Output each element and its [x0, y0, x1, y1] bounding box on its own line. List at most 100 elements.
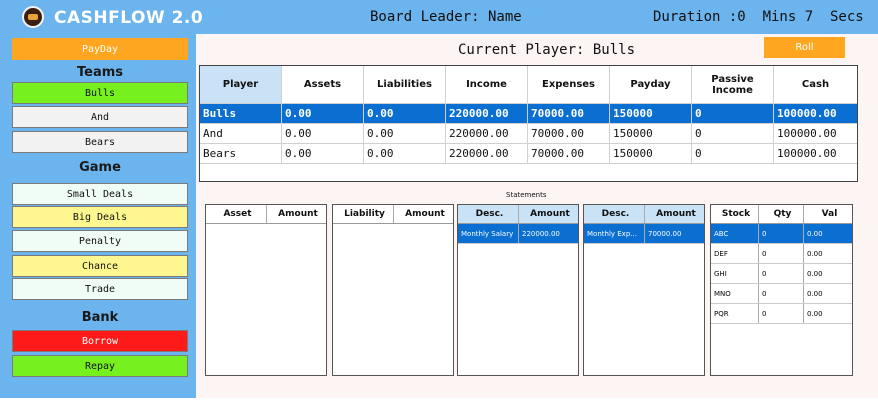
penalty-button[interactable]: Penalty [12, 230, 188, 252]
column-header-qty[interactable]: Qty [759, 205, 804, 223]
column-header-stock[interactable]: Stock [711, 205, 759, 223]
cell-qty: 0 [759, 224, 804, 243]
column-header-asset[interactable]: Asset [206, 205, 267, 223]
cashflow-logo-icon [22, 6, 44, 28]
cell-player: Bears [200, 144, 282, 164]
table-row[interactable]: And 0.00 0.00 220000.00 70000.00 150000 … [200, 124, 857, 144]
column-header-val[interactable]: Val [804, 205, 852, 223]
cell-player: Bulls [200, 104, 282, 124]
teams-heading: Teams [76, 65, 123, 80]
table-row[interactable]: PQR 0 0.00 [711, 304, 852, 324]
column-header-amount[interactable]: Amount [519, 205, 578, 223]
cell-val: 0.00 [807, 289, 823, 298]
column-header-payday[interactable]: Payday [610, 66, 692, 104]
cell-liabilities: 0.00 [364, 104, 446, 124]
column-header-income[interactable]: Income [446, 66, 528, 104]
cell-payday: 150000 [610, 124, 692, 144]
cell-val: 0.00 [807, 269, 823, 278]
cell-passive-income: 0 [692, 104, 774, 124]
cell-payday: 150000 [610, 104, 692, 124]
team-and-button[interactable]: And [12, 106, 188, 128]
table-row[interactable]: ABC 0 0.00 [711, 224, 852, 244]
cell-cash: 100000.00 [774, 144, 857, 164]
cell-assets: 0.00 [282, 104, 364, 124]
table-row[interactable]: Monthly Exp... 70000.00 [584, 224, 704, 244]
liabilities-table: Liability Amount [332, 204, 454, 376]
cell-expenses: 70000.00 [528, 144, 610, 164]
roll-button[interactable]: Roll [764, 37, 845, 58]
small-deals-button[interactable]: Small Deals [12, 183, 188, 205]
column-header-player[interactable]: Player [200, 66, 282, 104]
column-header-assets[interactable]: Assets [282, 66, 364, 104]
trade-button[interactable]: Trade [12, 278, 188, 300]
column-header-expenses[interactable]: Expenses [528, 66, 610, 104]
income-table: Desc. Amount Monthly Salary 220000.00 [457, 204, 579, 376]
table-row[interactable]: Bears 0.00 0.00 220000.00 70000.00 15000… [200, 144, 857, 164]
column-header-liability[interactable]: Liability [333, 205, 394, 223]
cell-expenses: 70000.00 [528, 104, 610, 124]
cell-qty: 0 [759, 284, 804, 303]
chance-button[interactable]: Chance [12, 255, 188, 277]
column-header-liabilities[interactable]: Liabilities [364, 66, 446, 104]
table-row[interactable]: MNO 0 0.00 [711, 284, 852, 304]
cell-expenses: 70000.00 [528, 124, 610, 144]
cell-stock: GHI [711, 264, 759, 283]
cell-desc: Monthly Salary [458, 224, 519, 243]
cell-stock: DEF [711, 244, 759, 263]
cell-cash: 100000.00 [774, 124, 857, 144]
sidebar: PayDay Teams Bulls And Bears Game Small … [0, 34, 196, 398]
table-row[interactable]: Monthly Salary 220000.00 [458, 224, 578, 244]
cell-player: And [200, 124, 282, 144]
cell-val: 0.00 [807, 309, 823, 318]
income-table-header: Desc. Amount [458, 205, 578, 224]
column-header-passive-income[interactable]: Passive Income [692, 66, 774, 104]
cell-income: 220000.00 [446, 144, 528, 164]
team-bulls-button[interactable]: Bulls [12, 82, 188, 104]
expenses-table: Desc. Amount Monthly Exp... 70000.00 [583, 204, 705, 376]
column-header-amount[interactable]: Amount [267, 205, 326, 223]
statements-label: Statements [506, 191, 547, 199]
cell-qty: 0 [759, 264, 804, 283]
payday-button[interactable]: PayDay [12, 38, 188, 60]
table-row[interactable]: DEF 0 0.00 [711, 244, 852, 264]
cell-amount: 220000.00 [519, 224, 578, 243]
column-header-cash[interactable]: Cash [774, 66, 857, 104]
borrow-button[interactable]: Borrow [12, 330, 188, 352]
cell-stock: MNO [711, 284, 759, 303]
column-header-desc[interactable]: Desc. [584, 205, 645, 223]
table-row[interactable]: GHI 0 0.00 [711, 264, 852, 284]
cell-liabilities: 0.00 [364, 144, 446, 164]
cell-stock: ABC [711, 224, 759, 243]
big-deals-button[interactable]: Big Deals [12, 206, 188, 228]
cell-income: 220000.00 [446, 124, 528, 144]
game-heading: Game [79, 160, 121, 175]
table-row[interactable]: Bulls 0.00 0.00 220000.00 70000.00 15000… [200, 104, 857, 124]
cell-qty: 0 [759, 304, 804, 323]
team-bears-button[interactable]: Bears [12, 131, 188, 153]
column-header-amount[interactable]: Amount [394, 205, 453, 223]
players-table: Player Assets Liabilities Income Expense… [199, 65, 858, 182]
expenses-table-header: Desc. Amount [584, 205, 704, 224]
duration-timer: Duration :0 Mins 7 Secs [653, 9, 864, 25]
cell-passive-income: 0 [692, 124, 774, 144]
cell-liabilities: 0.00 [364, 124, 446, 144]
assets-table: Asset Amount [205, 204, 327, 376]
repay-button[interactable]: Repay [12, 355, 188, 377]
title-bar: CASHFLOW 2.0 Board Leader: Name Duration… [0, 0, 878, 34]
cell-income: 220000.00 [446, 104, 528, 124]
column-header-desc[interactable]: Desc. [458, 205, 519, 223]
stocks-table-header: Stock Qty Val [711, 205, 852, 224]
current-player-label: Current Player: Bulls [458, 42, 636, 58]
assets-table-header: Asset Amount [206, 205, 326, 224]
cell-amount: 70000.00 [645, 224, 704, 243]
cell-assets: 0.00 [282, 144, 364, 164]
cell-val: 0.00 [807, 249, 823, 258]
bank-heading: Bank [81, 310, 119, 325]
cell-desc: Monthly Exp... [584, 224, 645, 243]
cell-cash: 100000.00 [774, 104, 857, 124]
liabilities-table-header: Liability Amount [333, 205, 453, 224]
cell-qty: 0 [759, 244, 804, 263]
cell-payday: 150000 [610, 144, 692, 164]
column-header-amount[interactable]: Amount [645, 205, 704, 223]
cell-val: 0.00 [804, 224, 852, 243]
